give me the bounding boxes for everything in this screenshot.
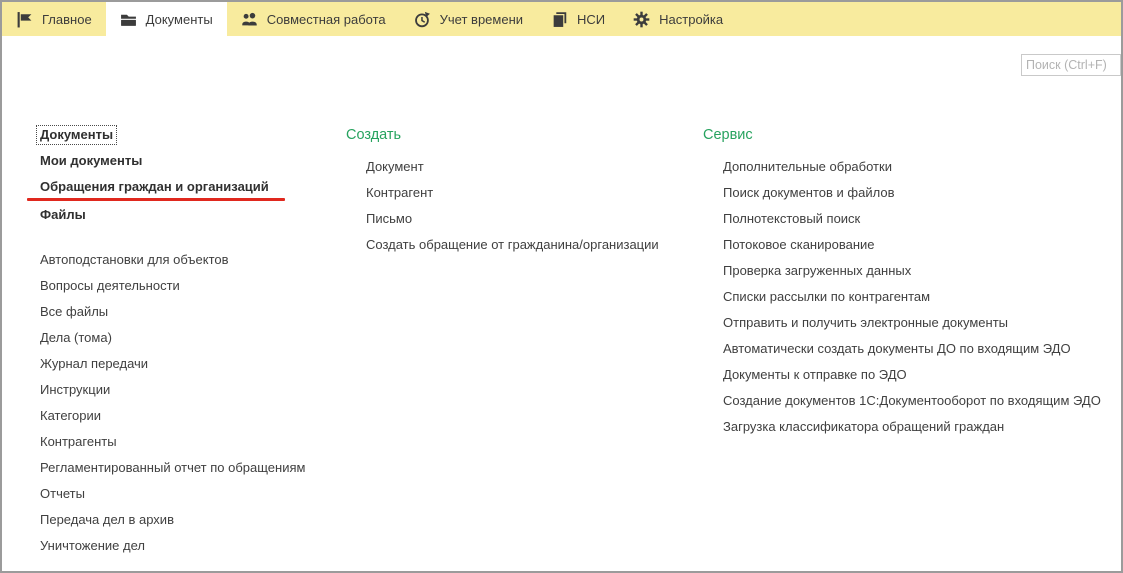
create-item-kontragent[interactable]: Контрагент bbox=[366, 180, 676, 206]
nav-item-obrashcheniya[interactable]: Обращения граждан и организаций bbox=[40, 174, 340, 200]
tab-nastroyka[interactable]: Настройка bbox=[619, 2, 737, 36]
tab-label: Учет времени bbox=[440, 12, 523, 27]
nav-item-fayly[interactable]: Файлы bbox=[40, 202, 340, 228]
focused-item-box: Документы bbox=[36, 125, 117, 145]
left-nav-secondary-list: Автоподстановки для объектов Вопросы дея… bbox=[40, 247, 340, 559]
tab-label: Совместная работа bbox=[267, 12, 386, 27]
nav-item-kategorii[interactable]: Категории bbox=[40, 403, 340, 429]
service-item-sozdanie-dokumentov-edo[interactable]: Создание документов 1С:Документооборот п… bbox=[723, 388, 1113, 414]
service-item-potokovoe-skanirovanie[interactable]: Потоковое сканирование bbox=[723, 232, 1113, 258]
service-section: Сервис Дополнительные обработки Поиск до… bbox=[703, 122, 1113, 440]
create-item-pismo[interactable]: Письмо bbox=[366, 206, 676, 232]
service-item-otpravit-poluchit[interactable]: Отправить и получить электронные докумен… bbox=[723, 310, 1113, 336]
folder-icon bbox=[120, 11, 137, 28]
tab-nsi[interactable]: НСИ bbox=[537, 2, 619, 36]
tab-label: Документы bbox=[146, 12, 213, 27]
tab-label: Настройка bbox=[659, 12, 723, 27]
nav-item-dela-toma[interactable]: Дела (тома) bbox=[40, 325, 340, 351]
tab-uchet-vremeni[interactable]: Учет времени bbox=[400, 2, 537, 36]
tab-sovmestnaya-rabota[interactable]: Совместная работа bbox=[227, 2, 400, 36]
service-section-title: Сервис bbox=[703, 122, 1113, 148]
tab-glavnoe[interactable]: Главное bbox=[2, 2, 106, 36]
gear-icon bbox=[633, 11, 650, 28]
create-item-dokument[interactable]: Документ bbox=[366, 154, 676, 180]
create-section: Создать Документ Контрагент Письмо Созда… bbox=[346, 122, 676, 258]
nav-item-otchety[interactable]: Отчеты bbox=[40, 481, 340, 507]
search-input[interactable] bbox=[1021, 54, 1121, 76]
nav-item-voprosy[interactable]: Вопросы деятельности bbox=[40, 273, 340, 299]
tab-dokumenty[interactable]: Документы bbox=[106, 2, 227, 36]
nav-item-moi-dokumenty[interactable]: Мои документы bbox=[40, 148, 340, 174]
nav-item-instruktsii[interactable]: Инструкции bbox=[40, 377, 340, 403]
nav-item-unichtozhenie-del[interactable]: Уничтожение дел bbox=[40, 533, 340, 559]
search-field-container bbox=[1021, 54, 1121, 76]
nav-item-reglament-otchet[interactable]: Регламентированный отчет по обращениям bbox=[40, 455, 340, 481]
tab-label: НСИ bbox=[577, 12, 605, 27]
service-item-dop-obrabotki[interactable]: Дополнительные обработки bbox=[723, 154, 1113, 180]
pages-icon bbox=[551, 11, 568, 28]
service-item-dokumenty-k-otpravke[interactable]: Документы к отправке по ЭДО bbox=[723, 362, 1113, 388]
create-items-list: Документ Контрагент Письмо Создать обращ… bbox=[346, 154, 676, 258]
left-nav-column: Документы Мои документы Обращения гражда… bbox=[40, 122, 340, 559]
create-item-obrashchenie[interactable]: Создать обращение от гражданина/организа… bbox=[366, 232, 676, 258]
create-section-title: Создать bbox=[346, 122, 676, 148]
tab-label: Главное bbox=[42, 12, 92, 27]
nav-item-kontragenty[interactable]: Контрагенты bbox=[40, 429, 340, 455]
service-item-avto-sozdat-do[interactable]: Автоматически создать документы ДО по вх… bbox=[723, 336, 1113, 362]
service-item-zagruzka-klassifikatora[interactable]: Загрузка классификатора обращений гражда… bbox=[723, 414, 1113, 440]
app-window: Главное Документы Совместная работа Учет… bbox=[0, 0, 1123, 573]
section-tab-bar: Главное Документы Совместная работа Учет… bbox=[2, 2, 1121, 36]
nav-item-zhurnal-peredachi[interactable]: Журнал передачи bbox=[40, 351, 340, 377]
flag-icon bbox=[16, 11, 33, 28]
service-items-list: Дополнительные обработки Поиск документо… bbox=[703, 154, 1113, 440]
service-item-proverka-dannykh[interactable]: Проверка загруженных данных bbox=[723, 258, 1113, 284]
service-item-spiski-rassylki[interactable]: Списки рассылки по контрагентам bbox=[723, 284, 1113, 310]
nav-item-dokumenty[interactable]: Документы bbox=[40, 122, 340, 148]
service-item-polnotekstovyy-poisk[interactable]: Полнотекстовый поиск bbox=[723, 206, 1113, 232]
clock-icon bbox=[414, 11, 431, 28]
nav-item-avtopodstanovki[interactable]: Автоподстановки для объектов bbox=[40, 247, 340, 273]
people-icon bbox=[241, 11, 258, 28]
nav-item-peredacha-del[interactable]: Передача дел в архив bbox=[40, 507, 340, 533]
nav-item-vse-fayly[interactable]: Все файлы bbox=[40, 299, 340, 325]
service-item-poisk-dokumentov[interactable]: Поиск документов и файлов bbox=[723, 180, 1113, 206]
